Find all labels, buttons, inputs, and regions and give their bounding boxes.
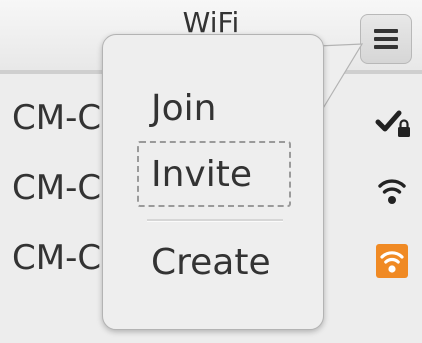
menu-button[interactable] [360, 14, 412, 64]
menu-separator [147, 219, 283, 222]
wifi-signal-icon [378, 179, 406, 204]
wifi-signal-icon [376, 244, 408, 278]
menu-item-create[interactable]: Create [151, 241, 271, 285]
menu-item-join[interactable]: Join [151, 87, 216, 131]
network-name: CM-C [12, 98, 102, 138]
menu-item-invite[interactable]: Invite [151, 153, 252, 197]
network-name: CM-C [12, 168, 102, 208]
menu-popover: Join Invite Create [102, 34, 324, 330]
network-name: CM-C [12, 238, 102, 278]
hamburger-menu-icon [374, 27, 398, 51]
wifi-app: WiFi CM-C CM-C CM-C Join Invite Create [0, 0, 422, 343]
connected-lock-icon [375, 110, 410, 137]
